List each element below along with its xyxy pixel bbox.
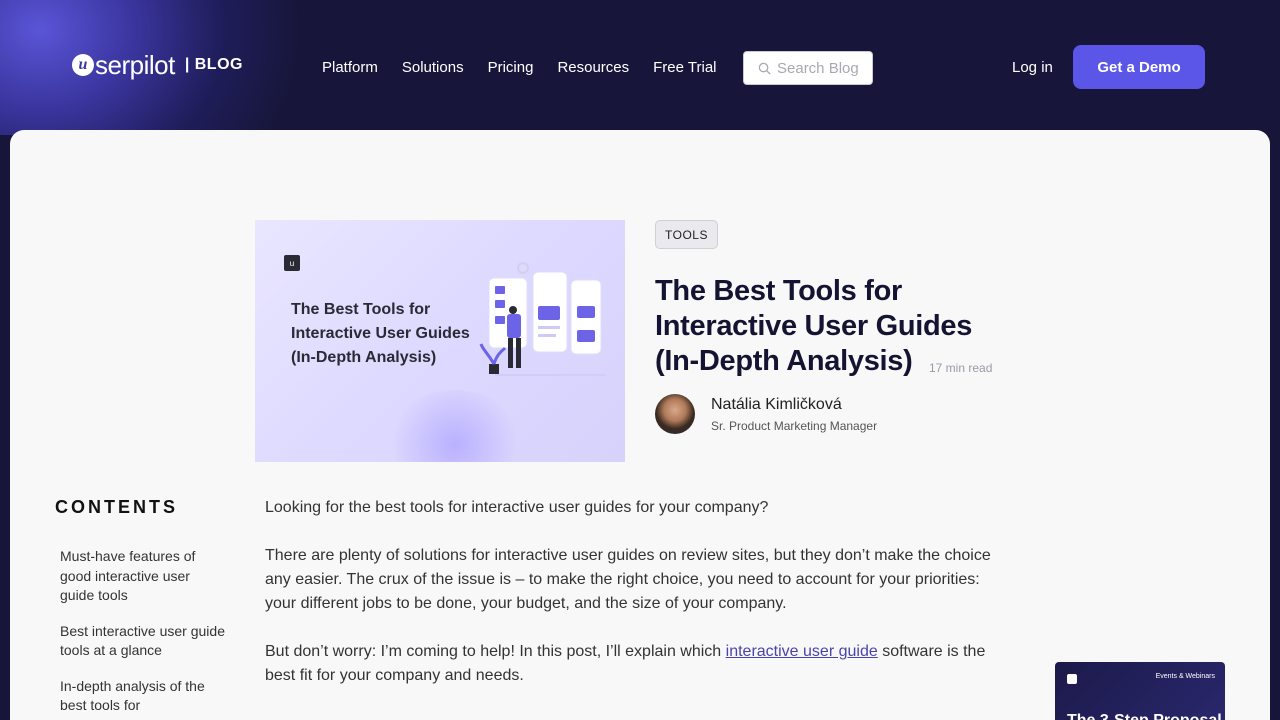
- hero-logo-icon: u: [284, 255, 300, 271]
- promo-label: Events & Webinars: [1155, 673, 1215, 680]
- toc-item-tools-at-a-glance[interactable]: Best interactive user guide tools at a g…: [60, 622, 225, 661]
- promo-title: The 3-Step Proposal: [1067, 712, 1222, 720]
- body-paragraph-1: Looking for the best tools for interacti…: [265, 499, 769, 516]
- nav-resources[interactable]: Resources: [557, 59, 629, 76]
- author-name[interactable]: Natália Kimličková: [711, 396, 877, 414]
- body-paragraph-3-lead: But don’t worry: I’m coming to help! In …: [265, 643, 726, 660]
- userpilot-blog-logo[interactable]: u serpilot | BLOG: [72, 52, 243, 78]
- nav-pricing[interactable]: Pricing: [488, 59, 534, 76]
- avatar: [655, 394, 695, 434]
- search-input[interactable]: [777, 59, 872, 77]
- nav-free-trial[interactable]: Free Trial: [653, 59, 716, 76]
- nav-platform[interactable]: Platform: [322, 59, 378, 76]
- main-nav: Platform Solutions Pricing Resources Fre…: [322, 59, 741, 76]
- nav-solutions[interactable]: Solutions: [402, 59, 464, 76]
- logo-mark-icon: u: [72, 54, 94, 76]
- toc-item-in-depth-analysis[interactable]: In-depth analysis of the best tools for: [60, 677, 225, 716]
- search-icon: [758, 62, 771, 75]
- body-paragraph-2: There are plenty of solutions for intera…: [265, 547, 991, 612]
- get-demo-button[interactable]: Get a Demo: [1073, 45, 1205, 89]
- hero-image-title: The Best Tools for Interactive User Guid…: [291, 301, 470, 366]
- author-role: Sr. Product Marketing Manager: [711, 418, 878, 433]
- hero-image: u The Best Tools for Interactive User Gu…: [255, 220, 625, 462]
- article-body: Looking for the best tools for interacti…: [265, 496, 1010, 712]
- toc-item-must-have-features[interactable]: Must-have features of good interactive u…: [60, 547, 225, 606]
- logo-blog-label: | BLOG: [184, 56, 243, 73]
- user-guide-illustration-icon: [479, 262, 605, 376]
- read-time: 17 min read: [929, 361, 993, 375]
- interactive-user-guide-link[interactable]: interactive user guide: [726, 643, 878, 660]
- body-paragraph-3: But don’t worry: I’m coming to help! In …: [265, 640, 1010, 688]
- contents-heading: CONTENTS: [55, 497, 178, 517]
- promo-logo-icon: [1067, 674, 1077, 684]
- webinar-promo-card[interactable]: Events & Webinars The 3-Step Proposal: [1055, 662, 1225, 720]
- site-header: u serpilot | BLOG Platform Solutions Pri…: [0, 0, 1280, 135]
- category-tag[interactable]: TOOLS: [655, 220, 718, 249]
- login-link[interactable]: Log in: [1012, 59, 1053, 76]
- logo-wordmark: serpilot: [95, 50, 175, 80]
- table-of-contents: Must-have features of good interactive u…: [60, 547, 225, 720]
- article-card: u The Best Tools for Interactive User Gu…: [10, 130, 1270, 720]
- search-box[interactable]: [743, 51, 873, 85]
- hero-glow: [385, 390, 525, 462]
- author-block: Natália Kimličková Sr. Product Marketing…: [655, 394, 877, 434]
